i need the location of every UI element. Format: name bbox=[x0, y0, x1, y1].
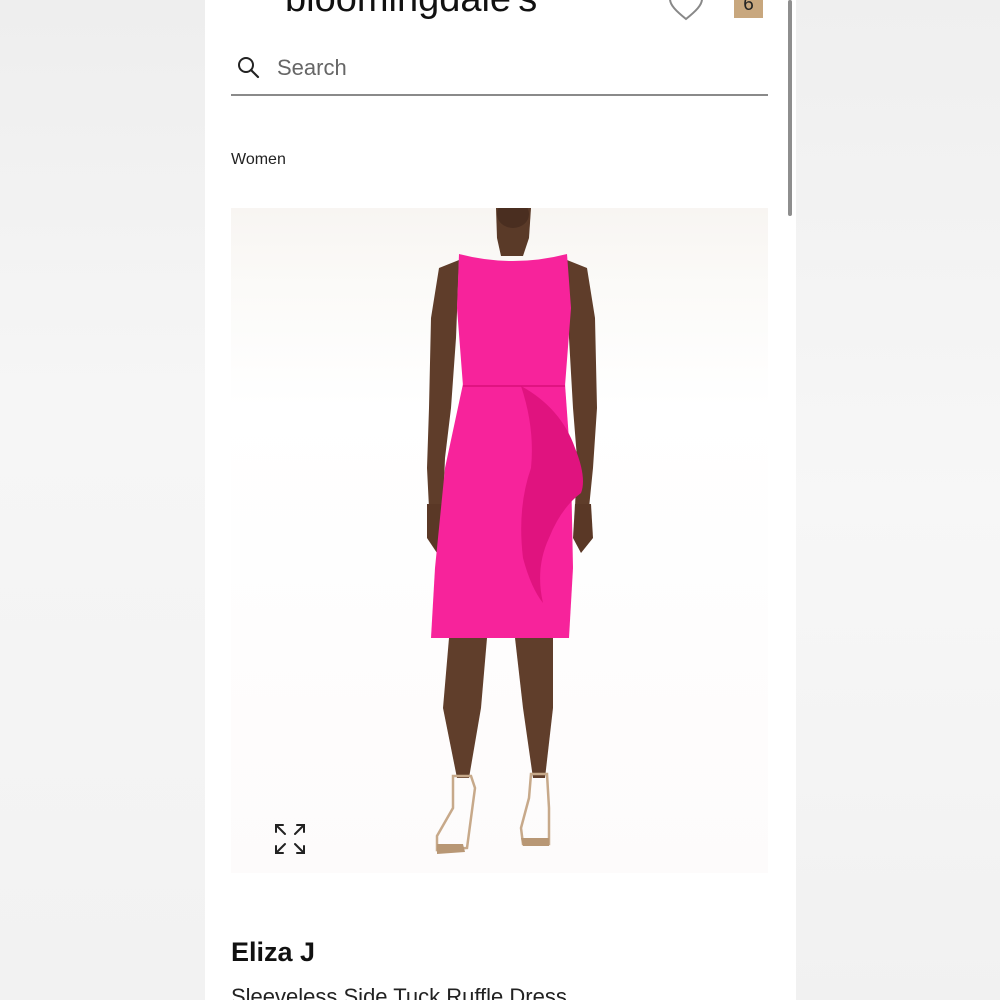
hamburger-menu-icon[interactable] bbox=[236, 0, 262, 8]
expand-arrows-icon[interactable] bbox=[273, 822, 307, 856]
dress-bodice bbox=[457, 254, 571, 386]
site-logo[interactable]: bloomingdale's bbox=[285, 0, 537, 21]
mobile-page: bloomingdale's 6 Women bbox=[205, 0, 796, 1000]
heart-icon[interactable] bbox=[668, 0, 704, 22]
product-name: Sleeveless Side Tuck Ruffle Dress bbox=[231, 984, 567, 1000]
product-brand[interactable]: Eliza J bbox=[231, 937, 315, 968]
search-bar[interactable] bbox=[231, 46, 768, 96]
shopping-bag-icon[interactable]: 6 bbox=[734, 0, 763, 18]
breadcrumb-women[interactable]: Women bbox=[231, 151, 286, 169]
search-icon bbox=[238, 57, 260, 79]
page-background-right bbox=[796, 0, 1000, 1000]
product-photo bbox=[427, 200, 597, 854]
bag-count-badge: 6 bbox=[743, 0, 754, 15]
page-background-left bbox=[0, 0, 205, 1000]
scrollbar[interactable] bbox=[788, 0, 792, 216]
search-input[interactable] bbox=[275, 52, 739, 84]
product-image[interactable] bbox=[231, 200, 768, 873]
